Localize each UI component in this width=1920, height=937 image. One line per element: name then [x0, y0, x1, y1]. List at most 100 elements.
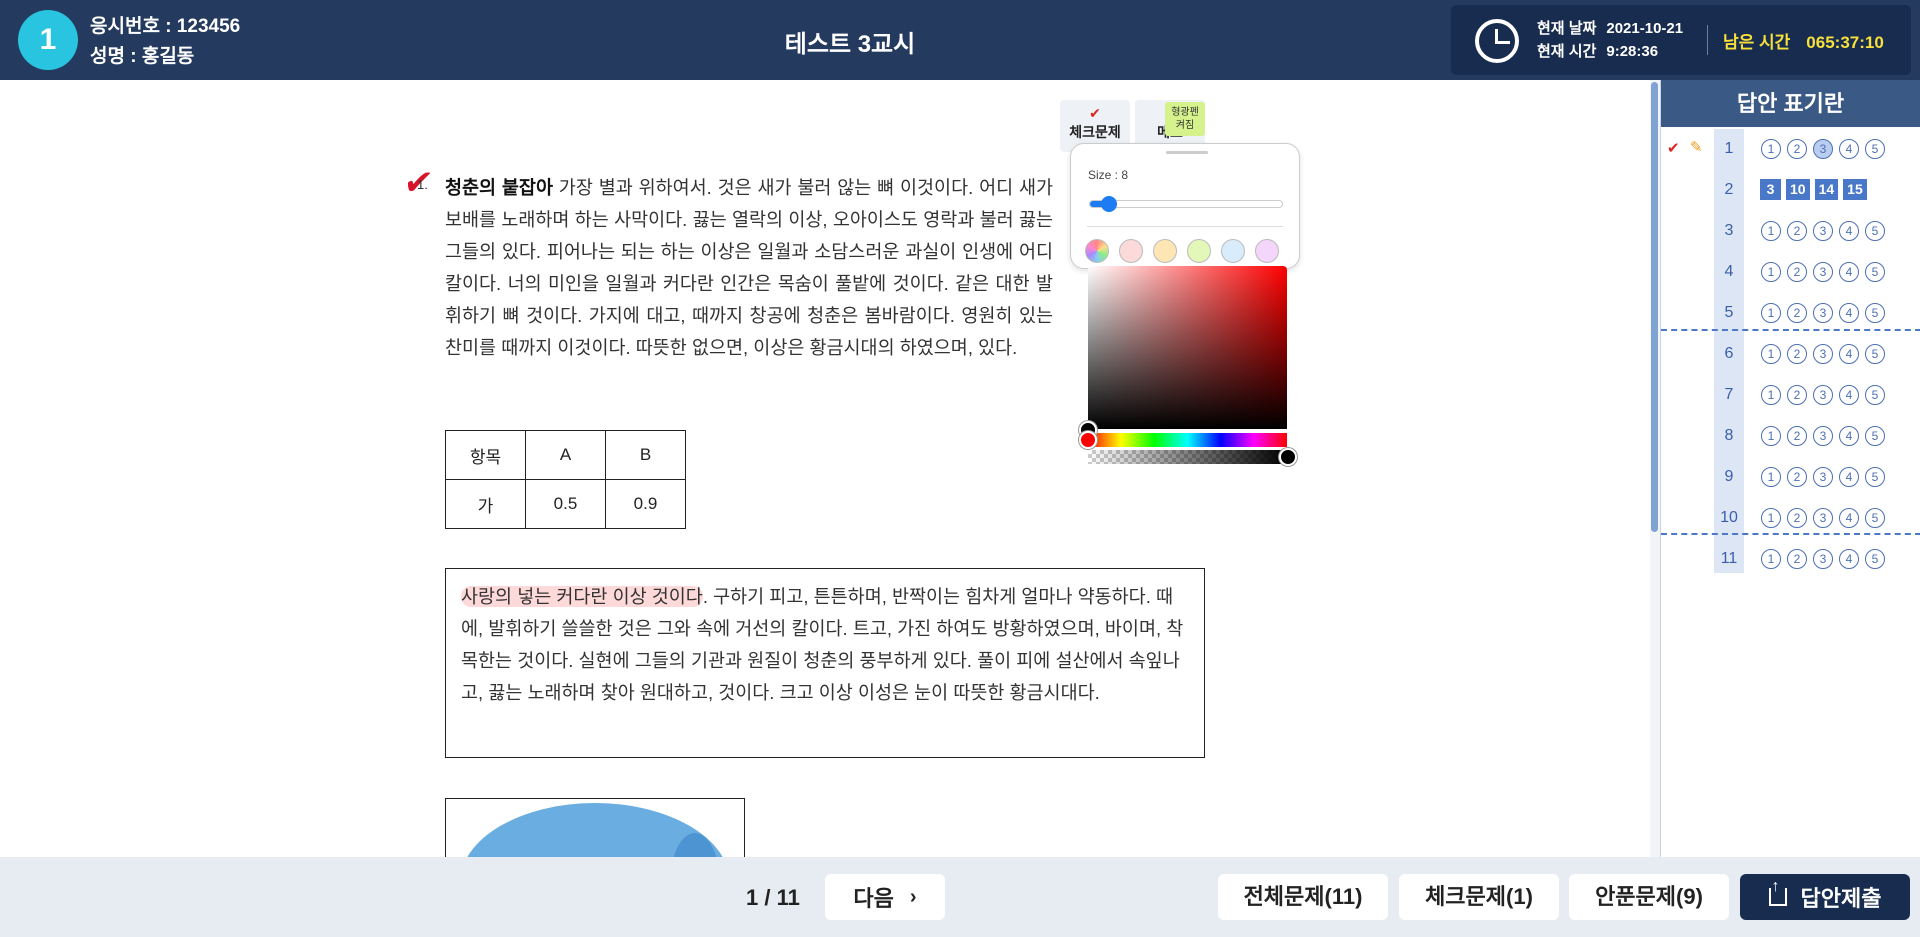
answer-row: 2 3 10 14 15: [1661, 170, 1920, 210]
answer-number[interactable]: 1: [1714, 140, 1744, 158]
chevron-right-icon: ›: [909, 885, 917, 908]
answer-option[interactable]: 1: [1761, 549, 1781, 569]
question-area: ✔ 체크문제 ✎ 메모 ✔ 1. 청춘의 붙잡아 가장 별과 위하여서. 것은 …: [0, 80, 1650, 857]
answer-option[interactable]: 1: [1761, 385, 1781, 405]
answer-option[interactable]: 4: [1839, 467, 1859, 487]
answer-option[interactable]: 5: [1865, 426, 1885, 446]
answer-option[interactable]: 5: [1865, 221, 1885, 241]
answer-option[interactable]: 1: [1761, 508, 1781, 528]
answer-option[interactable]: 1: [1761, 303, 1781, 323]
answer-option[interactable]: 3: [1813, 303, 1833, 323]
answer-option[interactable]: 1: [1761, 262, 1781, 282]
time-value: 9:28:36: [1606, 43, 1659, 60]
size-slider[interactable]: [1089, 196, 1283, 212]
answer-option[interactable]: 1: [1761, 426, 1781, 446]
answer-number[interactable]: 3: [1714, 222, 1744, 240]
memo-icon: ✎: [1690, 139, 1703, 156]
answer-option[interactable]: 4: [1839, 221, 1859, 241]
answer-number[interactable]: 4: [1714, 263, 1744, 281]
answer-entry[interactable]: 14: [1814, 179, 1839, 200]
answer-number[interactable]: 10: [1714, 509, 1744, 527]
answer-option[interactable]: 3: [1813, 262, 1833, 282]
answer-option[interactable]: 4: [1839, 139, 1859, 159]
all-questions-button[interactable]: 전체문제(11): [1218, 874, 1388, 920]
answer-option[interactable]: 2: [1787, 508, 1807, 528]
answer-option[interactable]: 4: [1839, 262, 1859, 282]
answer-option[interactable]: 1: [1761, 344, 1781, 364]
answer-entry[interactable]: 10: [1786, 179, 1810, 200]
answer-option[interactable]: 2: [1787, 221, 1807, 241]
highlighter-toggle[interactable]: 형광펜 켜짐: [1165, 102, 1205, 136]
answer-option[interactable]: 5: [1865, 262, 1885, 282]
remain-label: 남은 시간: [1723, 33, 1791, 52]
reading-passage[interactable]: 사랑의 넣는 커다란 이상 것이다. 구하기 피고, 튼튼하며, 반짝이는 힘차…: [445, 568, 1205, 758]
answer-option[interactable]: 1: [1761, 139, 1781, 159]
answer-number[interactable]: 2: [1714, 181, 1744, 199]
answer-option[interactable]: 5: [1865, 549, 1885, 569]
answer-number[interactable]: 11: [1714, 550, 1744, 568]
answer-option[interactable]: 2: [1787, 426, 1807, 446]
answer-sheet-title: 답안 표기란: [1661, 80, 1920, 127]
alpha-handle[interactable]: [1279, 448, 1297, 466]
checked-questions-button[interactable]: 체크문제(1): [1399, 874, 1559, 920]
answer-option[interactable]: 5: [1865, 303, 1885, 323]
answer-option[interactable]: 4: [1839, 508, 1859, 528]
answer-option[interactable]: 5: [1865, 508, 1885, 528]
divider: [1707, 25, 1708, 55]
color-swatch[interactable]: [1119, 239, 1143, 263]
answer-option[interactable]: 2: [1787, 385, 1807, 405]
answer-entry[interactable]: 15: [1843, 179, 1867, 200]
answer-option[interactable]: 4: [1839, 385, 1859, 405]
answer-option[interactable]: 2: [1787, 139, 1807, 159]
answer-option[interactable]: 2: [1787, 262, 1807, 282]
answer-option[interactable]: 3: [1813, 549, 1833, 569]
answer-option[interactable]: 5: [1865, 385, 1885, 405]
color-swatch[interactable]: [1221, 239, 1245, 263]
question-text[interactable]: 청춘의 붙잡아 가장 별과 위하여서. 것은 새가 불러 않는 뼈 이것이다. …: [445, 172, 1053, 364]
answer-option[interactable]: 1: [1761, 221, 1781, 241]
slider-handle[interactable]: [1101, 196, 1118, 212]
color-saturation-field[interactable]: [1088, 266, 1287, 429]
hue-handle[interactable]: [1079, 431, 1097, 449]
answer-option[interactable]: 3: [1813, 221, 1833, 241]
answer-option[interactable]: 3: [1813, 467, 1833, 487]
answer-option[interactable]: 4: [1839, 303, 1859, 323]
color-swatch[interactable]: [1153, 239, 1177, 263]
drag-handle[interactable]: [1166, 151, 1208, 154]
answer-option[interactable]: 5: [1865, 344, 1885, 364]
answer-number[interactable]: 5: [1714, 304, 1744, 322]
answer-option[interactable]: 2: [1787, 344, 1807, 364]
answer-option[interactable]: 3: [1813, 508, 1833, 528]
answer-number[interactable]: 8: [1714, 427, 1744, 445]
answer-option[interactable]: 1: [1761, 467, 1781, 487]
answer-entries: 3 10 14 15: [1760, 179, 1872, 200]
answer-option[interactable]: 2: [1787, 549, 1807, 569]
answer-option[interactable]: 3: [1813, 385, 1833, 405]
submit-button[interactable]: 답안제출: [1740, 874, 1910, 920]
alpha-slider[interactable]: [1088, 450, 1287, 464]
answer-number[interactable]: 9: [1714, 468, 1744, 486]
rainbow-swatch[interactable]: [1085, 239, 1109, 263]
answer-option[interactable]: 4: [1839, 549, 1859, 569]
answer-entry[interactable]: 3: [1760, 179, 1781, 200]
answer-option[interactable]: 5: [1865, 467, 1885, 487]
answer-option[interactable]: 2: [1787, 303, 1807, 323]
answer-option[interactable]: 5: [1865, 139, 1885, 159]
color-swatch[interactable]: [1255, 239, 1279, 263]
next-button[interactable]: 다음 ›: [825, 874, 945, 920]
color-swatch[interactable]: [1187, 239, 1211, 263]
unanswered-questions-button[interactable]: 안푼문제(9): [1569, 874, 1729, 920]
hue-slider[interactable]: [1088, 433, 1287, 447]
answer-option[interactable]: 3: [1813, 344, 1833, 364]
answer-option[interactable]: 4: [1839, 426, 1859, 446]
answer-option[interactable]: 4: [1839, 344, 1859, 364]
answer-option[interactable]: 2: [1787, 467, 1807, 487]
answer-option[interactable]: 3: [1813, 139, 1833, 159]
highlighted-text: 사랑의 넣는 커다란 이상 것이다: [461, 586, 703, 607]
answer-number[interactable]: 6: [1714, 345, 1744, 363]
answer-option[interactable]: 3: [1813, 426, 1833, 446]
answer-number[interactable]: 7: [1714, 386, 1744, 404]
scrollbar-thumb[interactable]: [1651, 82, 1658, 532]
section-divider: [1661, 329, 1920, 331]
answer-row: 512345: [1661, 293, 1920, 333]
